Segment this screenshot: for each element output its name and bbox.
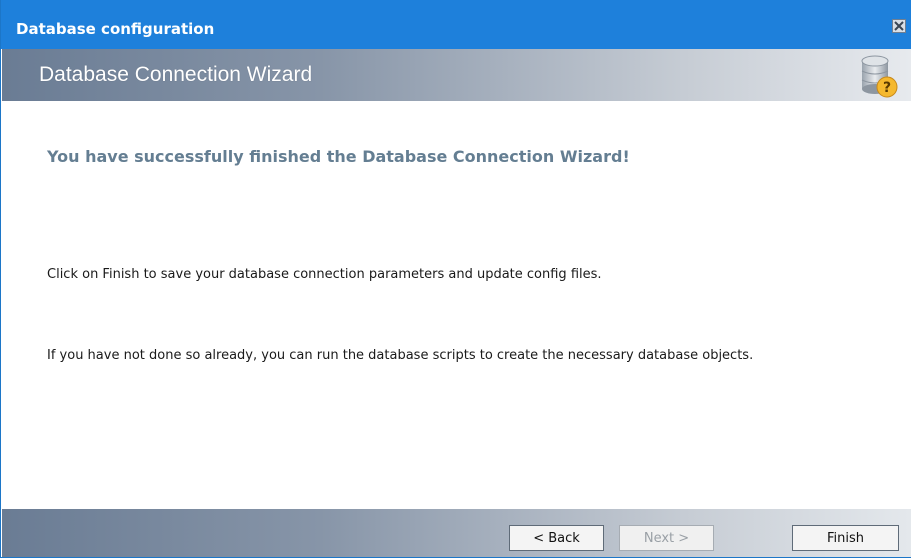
database-help-icon: ?	[861, 55, 898, 98]
svg-text:?: ?	[883, 80, 891, 96]
success-heading: You have successfully finished the Datab…	[47, 147, 630, 166]
wizard-banner: Database Connection Wizard	[2, 49, 911, 101]
button-bar	[2, 509, 911, 557]
back-button[interactable]: < Back	[509, 525, 604, 551]
finish-button[interactable]: Finish	[792, 525, 899, 551]
close-button[interactable]	[892, 19, 906, 33]
close-icon	[894, 21, 904, 31]
dialog-window: Database configuration Database Connecti…	[0, 0, 911, 558]
window-title: Database configuration	[16, 20, 215, 38]
banner-title: Database Connection Wizard	[39, 63, 313, 86]
title-bar[interactable]: Database configuration	[1, 0, 911, 49]
next-button[interactable]: Next >	[619, 525, 714, 551]
finish-instruction-text: Click on Finish to save your database co…	[47, 267, 602, 282]
database-scripts-note: If you have not done so already, you can…	[47, 348, 754, 363]
